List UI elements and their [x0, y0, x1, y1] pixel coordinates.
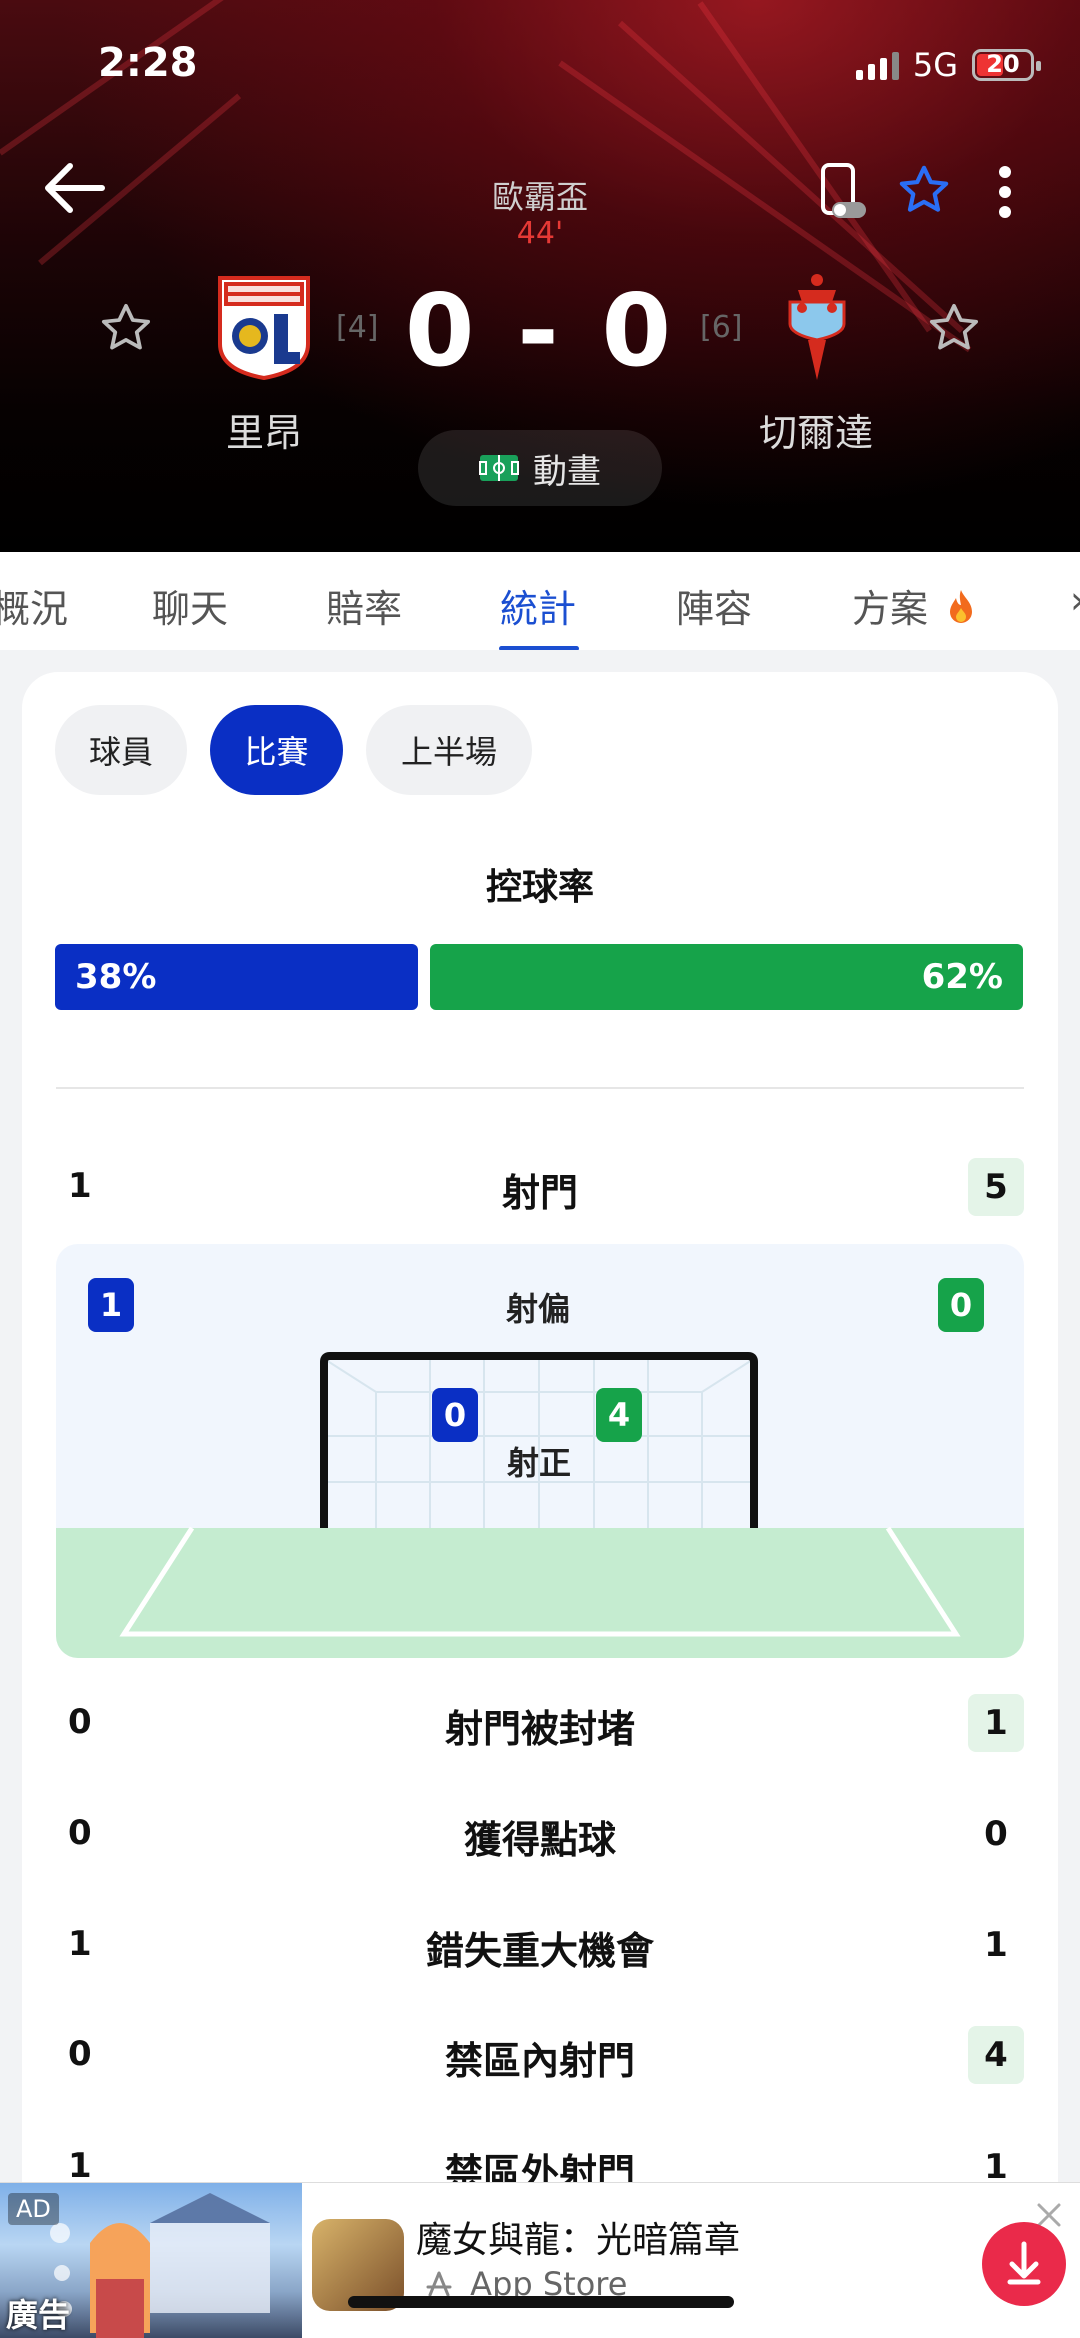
more-options-button[interactable]: [990, 162, 1020, 222]
stat-row-shots-inside-box: 0 禁區內射門 4: [56, 2026, 1024, 2086]
filter-players[interactable]: 球員: [55, 705, 187, 795]
ad-image-caption: 廣告: [6, 2296, 71, 2334]
on-target-home-badge: 0: [432, 1388, 478, 1442]
phone-icon: [821, 163, 866, 218]
stat-row-big-chances-missed: 1 錯失重大機會 1: [56, 1916, 1024, 1976]
app-store-icon: [426, 2271, 452, 2297]
off-target-label: 射偏: [506, 1290, 571, 1328]
battery-level: 20: [986, 50, 1020, 78]
ad-title[interactable]: 魔女與龍：光暗篇章: [416, 2211, 740, 2263]
section-divider: [56, 1087, 1024, 1089]
possession-home-bar: 38%: [55, 944, 418, 1010]
tab-tips-label: 方案: [852, 587, 929, 631]
battery-icon: 20: [972, 49, 1041, 81]
tab-chat[interactable]: 聊天: [152, 578, 228, 633]
away-favorite-button[interactable]: [926, 300, 982, 356]
away-team-rank: [6]: [700, 310, 743, 345]
ad-download-button[interactable]: [982, 2222, 1066, 2306]
home-team-logo[interactable]: [216, 274, 312, 381]
on-target-away-badge: 4: [596, 1388, 642, 1442]
fire-icon: [950, 590, 973, 623]
tab-odds[interactable]: 賠率: [326, 578, 402, 633]
download-icon: [1007, 2241, 1041, 2285]
network-label: 5G: [912, 46, 958, 84]
stat-row-shots: 1 射門 5: [56, 1158, 1024, 1218]
status-icons: 5G 20: [855, 46, 1041, 84]
possession-away-bar: 62%: [430, 944, 1023, 1010]
home-favorite-button[interactable]: [98, 300, 154, 356]
phone-toggle-button[interactable]: [818, 162, 868, 222]
shot-map-graphic: 1 射偏 0 0 4 射正: [56, 1244, 1024, 1658]
stat-row-penalties: 0 獲得點球 0: [56, 1805, 1024, 1865]
home-indicator[interactable]: [348, 2296, 734, 2308]
star-outline-icon: [101, 303, 151, 350]
celta-crest-icon: [788, 274, 846, 380]
tab-stats[interactable]: 統計: [500, 578, 576, 633]
stat-away-value: 0: [984, 1814, 1008, 1854]
possession-away-value: 62%: [921, 957, 1003, 997]
stat-label: 錯失重大機會: [425, 1929, 654, 1973]
filter-match[interactable]: 比賽: [210, 705, 343, 795]
back-button[interactable]: [42, 160, 110, 216]
stat-away-value: 1: [984, 1925, 1008, 1965]
home-team-name[interactable]: 里昂: [134, 402, 394, 457]
animation-button[interactable]: 動畫: [418, 430, 662, 506]
status-time: 2:28: [98, 40, 198, 86]
more-vertical-icon: [999, 166, 1011, 218]
animation-label: 動畫: [533, 451, 601, 492]
stat-row-blocked: 0 射門被封堵 1: [56, 1694, 1024, 1754]
home-team-rank: [4]: [336, 310, 379, 345]
stat-label: 射門被封堵: [444, 1707, 635, 1751]
ad-image[interactable]: AD 廣告: [0, 2183, 302, 2338]
star-outline-icon: [929, 303, 979, 350]
stat-label: 禁區內射門: [444, 2039, 635, 2083]
match-score: 0 - 0: [404, 272, 676, 389]
star-outline-icon: [899, 165, 949, 212]
stat-away-value: 4: [968, 2026, 1024, 2084]
signal-icon: [855, 50, 899, 80]
possession-title: 控球率: [485, 867, 594, 908]
ad-tag: AD: [8, 2193, 59, 2225]
stat-away-value: 1: [968, 1694, 1024, 1752]
stat-label: 射門: [501, 1171, 578, 1215]
off-target-away-badge: 0: [938, 1278, 984, 1332]
back-arrow-icon: [45, 163, 105, 213]
off-target-home-badge: 1: [88, 1278, 134, 1332]
tab-tips[interactable]: 方案: [852, 578, 976, 633]
competition-name[interactable]: 歐霸盃: [390, 172, 690, 218]
tab-more-edge[interactable]: ›: [1070, 578, 1080, 622]
on-target-label: 射正: [507, 1444, 572, 1482]
possession-home-value: 38%: [75, 957, 157, 997]
away-team-logo[interactable]: [782, 272, 852, 382]
filter-first-half[interactable]: 上半場: [366, 705, 532, 795]
tab-bar: 概況 聊天 賠率 統計 陣容 方案 ›: [0, 552, 1080, 652]
stat-away-value: 5: [968, 1158, 1024, 1216]
favorite-match-button[interactable]: [896, 162, 952, 218]
tab-lineup[interactable]: 陣容: [676, 578, 752, 633]
lyon-crest-icon: [218, 276, 310, 381]
tab-overview[interactable]: 概況: [0, 578, 68, 633]
away-team-name[interactable]: 切爾達: [686, 402, 946, 457]
stat-label: 獲得點球: [463, 1818, 616, 1862]
pitch-icon: [479, 455, 519, 481]
match-minute: 44': [516, 216, 564, 251]
ad-banner[interactable]: AD 廣告 魔女與龍：光暗篇章 App Store: [0, 2182, 1080, 2338]
